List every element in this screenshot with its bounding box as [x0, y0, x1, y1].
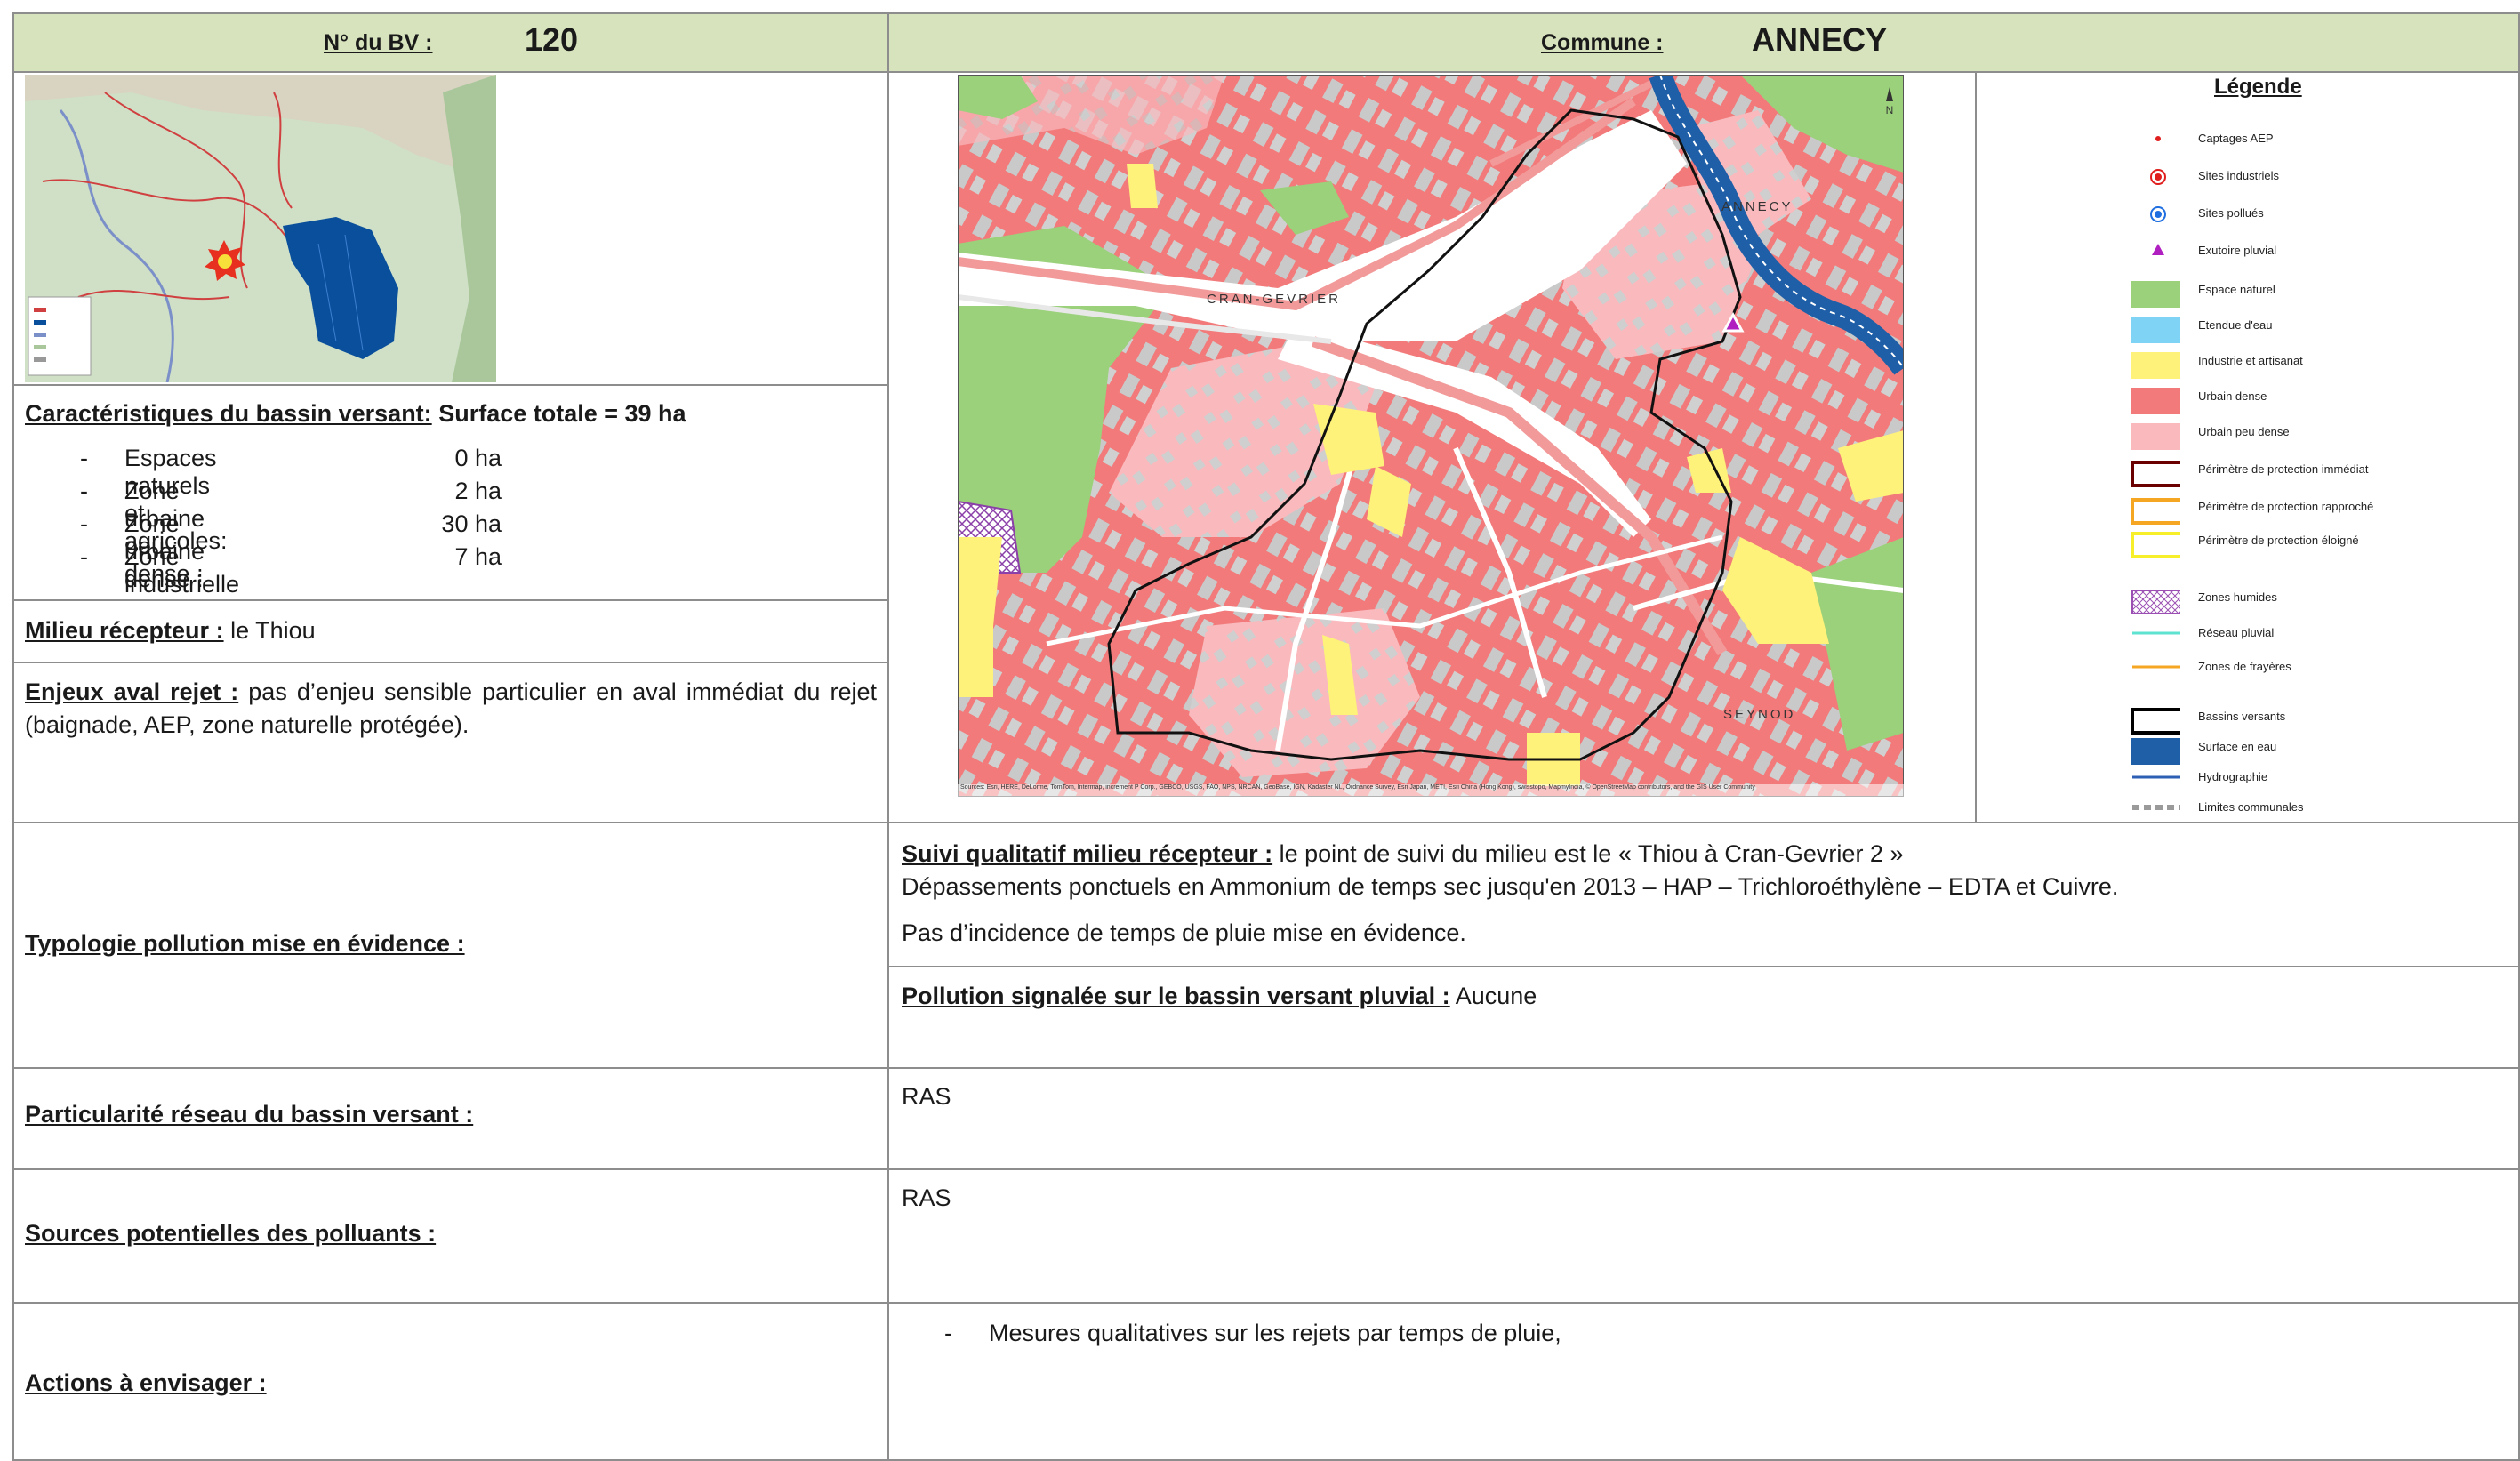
legend-item-label: Hydrographie	[2198, 770, 2268, 783]
fill-legend-icon	[2131, 352, 2180, 379]
pollution-value: Aucune	[1455, 983, 1537, 1009]
legend-item-label: Surface en eau	[2198, 740, 2277, 753]
fill-legend-icon	[2131, 388, 2180, 414]
legend-item-label: Bassins versants	[2198, 710, 2286, 723]
commune-label: Commune :	[1541, 30, 1664, 55]
milieu-label: Milieu récepteur :	[25, 617, 224, 644]
line-legend-icon	[2132, 631, 2180, 635]
legend-item-label: Urbain peu dense	[2198, 425, 2290, 438]
legend-item-label: Sites pollués	[2198, 206, 2264, 220]
milieu-value: le Thiou	[230, 617, 316, 644]
typologie-label-cell: Typologie pollution mise en évidence :	[12, 822, 889, 1069]
sources-label-cell: Sources potentielles des polluants :	[12, 1168, 889, 1304]
suivi-cell: Suivi qualitatif milieu récepteur : le p…	[887, 822, 2520, 967]
legend-item-label: Périmètre de protection rapproché	[2198, 500, 2374, 513]
header-bv-cell: N° du BV : 120	[12, 12, 889, 73]
outline-legend-icon	[2131, 532, 2180, 558]
suivi-text: le point de suivi du milieu est le « Thi…	[1279, 840, 1904, 867]
hatch-legend-icon	[2131, 590, 2180, 614]
map-label-annecy: ANNECY	[1721, 199, 1794, 214]
overview-map-cell	[12, 71, 889, 386]
commune-name: ANNECY	[1752, 21, 1888, 58]
dot-red-legend-icon	[2155, 136, 2161, 141]
north-label: N	[1886, 104, 1894, 116]
map-attribution: Sources: Esri, HERE, DeLorme, TomTom, In…	[960, 784, 1755, 791]
sources-value-cell: RAS	[887, 1168, 2520, 1304]
milieu-cell: Milieu récepteur : le Thiou	[12, 599, 889, 663]
bv-label: N° du BV :	[324, 30, 433, 55]
characteristics-cell: Caractéristiques du bassin versant: Surf…	[12, 384, 889, 680]
characteristics-title: Caractéristiques du bassin versant:	[25, 400, 432, 427]
legend-item-label: Périmètre de protection immédiat	[2198, 462, 2369, 476]
particularite-label: Particularité réseau du bassin versant :	[25, 1101, 474, 1128]
legend-item-label: Captages AEP	[2198, 132, 2274, 145]
enjeux-cell: Enjeux aval rejet : pas d’enjeu sensible…	[12, 662, 889, 823]
legend-item-label: Limites communales	[2198, 800, 2304, 814]
legend-item-label: Réseau pluvial	[2198, 626, 2275, 639]
map-label-cran-gevrier: CRAN-GEVRIER	[1207, 292, 1342, 307]
legend-item-label: Exutoire pluvial	[2198, 244, 2277, 257]
fill-legend-icon	[2131, 738, 2180, 765]
line-legend-icon	[2132, 665, 2180, 669]
legend-item-label: Industrie et artisanat	[2198, 354, 2303, 367]
typologie-label: Typologie pollution mise en évidence :	[25, 930, 465, 957]
actions-label: Actions à envisager :	[25, 1369, 267, 1396]
ring-blue-legend-icon	[2150, 206, 2166, 222]
outline-legend-icon	[2131, 461, 2180, 487]
legend-item-label: Etendue d'eau	[2198, 318, 2273, 332]
sources-value: RAS	[902, 1184, 951, 1211]
fill-legend-icon	[2131, 317, 2180, 343]
actions-label-cell: Actions à envisager :	[12, 1302, 889, 1461]
sources-label: Sources potentielles des polluants :	[25, 1220, 437, 1247]
particularite-label-cell: Particularité réseau du bassin versant :	[12, 1067, 889, 1170]
enjeux-label: Enjeux aval rejet :	[25, 678, 239, 705]
watershed-map: N	[958, 75, 1904, 797]
header-commune-cell: Commune : ANNECY	[887, 12, 2520, 73]
map-legend-divider	[1975, 71, 1977, 823]
legend-title: Légende	[2214, 75, 2302, 99]
pollution-cell: Pollution signalée sur le bassin versant…	[887, 966, 2520, 1069]
fill-legend-icon	[2131, 423, 2180, 450]
particularite-value: RAS	[902, 1083, 951, 1110]
particularite-value-cell: RAS	[887, 1067, 2520, 1170]
legend-item-label: Sites industriels	[2198, 169, 2280, 182]
legend-item-label: Zones humides	[2198, 590, 2277, 604]
map-label-seynod: SEYNOD	[1723, 707, 1796, 722]
legend-item-label: Périmètre de protection éloigné	[2198, 534, 2359, 547]
ring-red-legend-icon	[2150, 169, 2166, 185]
actions-value-cell: - Mesures qualitatives sur les rejets pa…	[887, 1302, 2520, 1461]
legend-item-label: Urbain dense	[2198, 389, 2267, 403]
surface-total: Surface totale = 39 ha	[438, 400, 686, 427]
line-legend-icon	[2132, 775, 2180, 779]
pollution-label: Pollution signalée sur le bassin versant…	[902, 983, 1450, 1009]
outline-legend-icon	[2131, 708, 2180, 735]
triangle-purple-legend-icon	[2152, 244, 2164, 255]
outline-legend-icon	[2131, 498, 2180, 525]
legend-item-label: Zones de frayères	[2198, 660, 2291, 673]
suivi-label: Suivi qualitatif milieu récepteur :	[902, 840, 1273, 867]
fill-legend-icon	[2131, 281, 2180, 308]
characteristics-heading: Caractéristiques du bassin versant: Surf…	[25, 400, 686, 428]
suivi-incidence: Pas d’incidence de temps de pluie mise e…	[902, 919, 1466, 946]
action-item-text: Mesures qualitatives sur les rejets par …	[989, 1320, 1561, 1346]
overview-map	[25, 75, 496, 382]
bv-number: 120	[525, 21, 579, 58]
suivi-depassements: Dépassements ponctuels en Ammonium de te…	[902, 873, 2119, 900]
legend-item-label: Espace naturel	[2198, 283, 2275, 296]
